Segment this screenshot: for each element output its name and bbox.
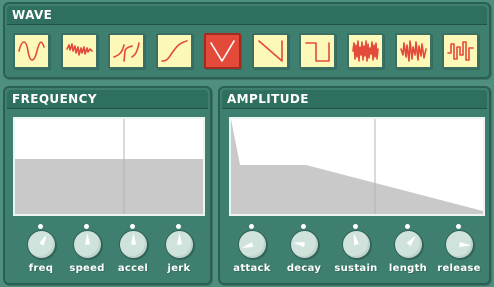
- knob-indicator-dot: [176, 224, 181, 229]
- sawtooth-wave-icon: [257, 40, 283, 62]
- wave-panel: WAVE: [3, 2, 491, 79]
- knob-label-length: length: [388, 263, 428, 274]
- knob-pointer-icon: [131, 233, 136, 245]
- knob-indicator-dot: [353, 224, 358, 229]
- amplitude-envelope-graph[interactable]: [229, 117, 485, 216]
- knob-pointer-icon: [177, 233, 182, 245]
- knob-indicator-dot: [301, 224, 306, 229]
- knob-dial[interactable]: [290, 230, 319, 259]
- knob-dial[interactable]: [445, 230, 474, 259]
- wave-button-noise[interactable]: [346, 33, 384, 69]
- wave-button-square[interactable]: [299, 33, 337, 69]
- wave-button-sine[interactable]: [13, 33, 50, 69]
- knob-speed[interactable]: speed: [65, 224, 109, 280]
- knob-pointer-icon: [353, 233, 359, 246]
- bitnoise-wave-icon: [447, 41, 475, 61]
- breaker-wave-icon: [399, 40, 427, 62]
- frequency-panel: FREQUENCY freq speed accel jerk: [3, 86, 212, 285]
- noisy-wave-icon: [65, 43, 93, 56]
- knob-pointer-icon: [39, 234, 47, 246]
- amplitude-panel-title: AMPLITUDE: [222, 90, 487, 109]
- knob-release[interactable]: release: [437, 224, 481, 280]
- wave-button-whistle[interactable]: [156, 33, 194, 69]
- knob-indicator-dot: [456, 224, 461, 229]
- frequency-panel-title: FREQUENCY: [7, 90, 208, 109]
- sine-wave-icon: [18, 41, 45, 61]
- square-wave-icon: [305, 42, 330, 62]
- knob-dial[interactable]: [27, 230, 56, 259]
- knob-pointer-icon: [406, 235, 416, 247]
- knob-pointer-icon: [459, 242, 471, 247]
- knob-freq[interactable]: freq: [19, 224, 63, 280]
- knob-indicator-dot: [405, 224, 410, 229]
- knob-label-decay: decay: [286, 263, 322, 274]
- knob-label-attack: attack: [233, 263, 271, 274]
- tangent-wave-icon: [113, 42, 141, 62]
- frequency-graph[interactable]: [13, 117, 205, 216]
- wave-button-noisy[interactable]: [60, 33, 98, 69]
- whistle-wave-icon: [161, 40, 188, 62]
- knob-dial[interactable]: [165, 230, 194, 259]
- wave-panel-title: WAVE: [7, 6, 487, 25]
- frequency-curve-fill: [15, 159, 203, 214]
- knob-dial[interactable]: [119, 230, 148, 259]
- wave-button-triangle[interactable]: [203, 33, 241, 69]
- knob-dial[interactable]: [342, 230, 371, 259]
- wave-button-sawtooth[interactable]: [251, 33, 289, 69]
- wave-button-breaker[interactable]: [394, 33, 432, 69]
- triangle-wave-icon: [209, 40, 235, 62]
- knob-accel[interactable]: accel: [111, 224, 155, 280]
- knob-indicator-dot: [130, 224, 135, 229]
- knob-pointer-icon: [293, 242, 305, 247]
- knob-length[interactable]: length: [386, 224, 430, 280]
- knob-label-release: release: [437, 263, 481, 274]
- noise-wave-icon: [352, 40, 379, 62]
- knob-dial[interactable]: [394, 230, 423, 259]
- knob-dial[interactable]: [73, 230, 102, 259]
- knob-decay[interactable]: decay: [282, 224, 326, 280]
- knob-indicator-dot: [249, 224, 254, 229]
- wave-button-bitnoise[interactable]: [442, 33, 480, 69]
- knob-indicator-dot: [84, 224, 89, 229]
- knob-sustain[interactable]: sustain: [334, 224, 378, 280]
- knob-label-sustain: sustain: [334, 263, 378, 274]
- knob-jerk[interactable]: jerk: [157, 224, 201, 280]
- knob-pointer-icon: [85, 233, 90, 245]
- knob-label-jerk: jerk: [167, 263, 191, 274]
- knob-attack[interactable]: attack: [230, 224, 274, 280]
- amplitude-panel: AMPLITUDE attack decay sustain length releas…: [218, 86, 491, 285]
- amplitude-envelope-fill: [231, 119, 483, 214]
- wave-button-tangent[interactable]: [108, 33, 146, 69]
- knob-dial[interactable]: [238, 230, 267, 259]
- knob-indicator-dot: [38, 224, 43, 229]
- knob-pointer-icon: [241, 242, 254, 249]
